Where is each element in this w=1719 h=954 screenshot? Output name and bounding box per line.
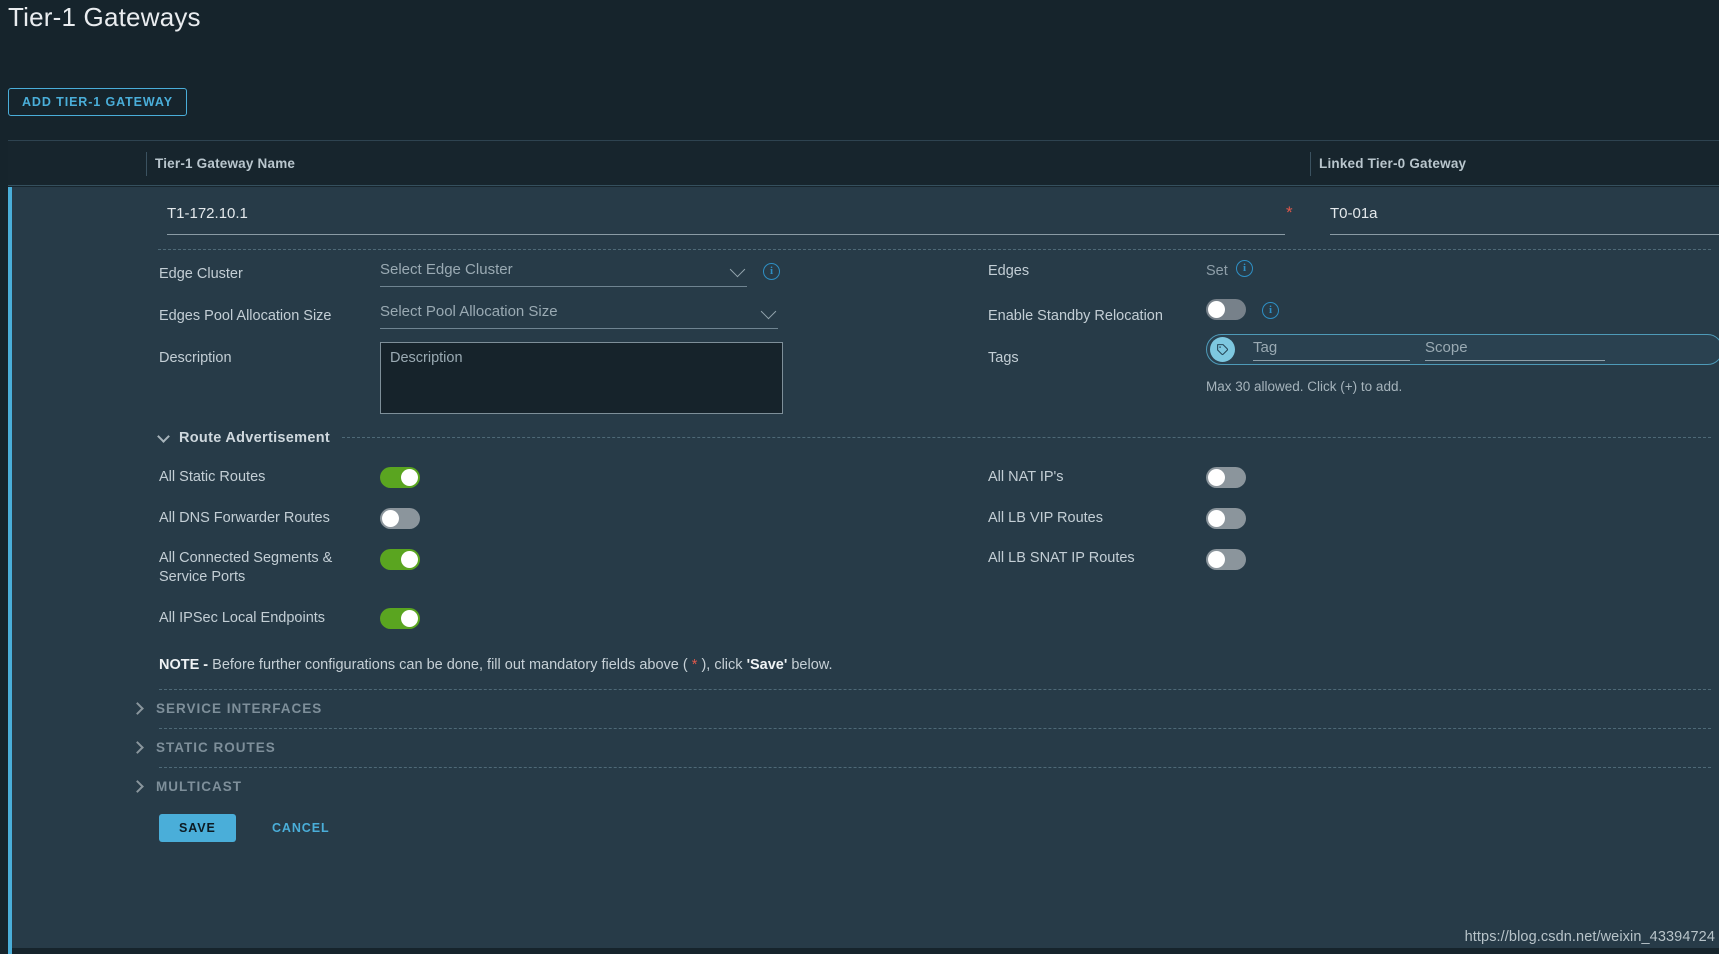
tag-icon	[1210, 337, 1235, 362]
edges-set-link[interactable]: Set	[1206, 262, 1228, 281]
pool-allocation-value: Select Pool Allocation Size	[380, 303, 558, 320]
label-all-lb-snat-ip-routes: All LB SNAT IP Routes	[988, 550, 1135, 566]
label-edges: Edges	[988, 263, 1030, 279]
note-body-2: ), click	[697, 657, 747, 673]
pool-allocation-select[interactable]: Select Pool Allocation Size	[380, 303, 778, 329]
toggle-all-static-routes[interactable]	[380, 467, 420, 488]
row-primary-fields: T1-172.10.1 * T0-01a	[12, 187, 1719, 243]
note-prefix: NOTE -	[159, 657, 209, 673]
divider-above-service-interfaces	[159, 689, 1711, 690]
add-tier1-gateway-button[interactable]: ADD TIER-1 GATEWAY	[8, 88, 187, 116]
label-enable-standby-relocation: Enable Standby Relocation	[988, 308, 1163, 324]
section-title-service-interfaces: SERVICE INTERFACES	[156, 701, 323, 716]
edge-cluster-value: Select Edge Cluster	[380, 261, 513, 278]
label-all-nat-ips: All NAT IP's	[988, 469, 1064, 485]
edges-info-icon[interactable]: i	[1236, 260, 1253, 277]
required-asterisk: *	[1286, 203, 1293, 222]
chevron-right-icon	[131, 741, 144, 754]
section-header-service-interfaces[interactable]: SERVICE INTERFACES	[131, 701, 323, 716]
label-edges-pool-allocation: Edges Pool Allocation Size	[159, 308, 332, 324]
note-body-3: below.	[787, 657, 833, 673]
toggle-all-lb-vip-routes[interactable]	[1206, 508, 1246, 529]
toggle-enable-standby-relocation[interactable]	[1206, 299, 1246, 320]
divider-above-static-routes	[159, 728, 1711, 729]
note-save-word: 'Save'	[746, 657, 788, 673]
section-title-static-routes: STATIC ROUTES	[156, 740, 276, 755]
toggle-all-nat-ips[interactable]	[1206, 467, 1246, 488]
nsx-tier1-gateways-page: Tier-1 Gateways ADD TIER-1 GATEWAY Tier-…	[0, 0, 1719, 954]
section-header-route-advertisement[interactable]: Route Advertisement	[157, 429, 330, 446]
column-divider-1	[146, 152, 147, 176]
label-all-static-routes: All Static Routes	[159, 469, 266, 485]
table-header-row: Tier-1 Gateway Name Linked Tier-0 Gatewa…	[8, 141, 1719, 186]
column-header-linked-t0[interactable]: Linked Tier-0 Gateway	[1319, 141, 1466, 186]
gateway-name-input[interactable]: T1-172.10.1	[167, 205, 248, 222]
label-edge-cluster: Edge Cluster	[159, 266, 243, 282]
chevron-right-icon	[131, 702, 144, 715]
chevron-right-icon	[131, 780, 144, 793]
watermark-url: https://blog.csdn.net/weixin_43394724	[1464, 929, 1715, 945]
label-all-lb-vip-routes: All LB VIP Routes	[988, 510, 1103, 526]
linked-t0-underline	[1330, 234, 1719, 235]
tags-editor: Tag Scope	[1206, 334, 1719, 365]
divider-primary	[158, 249, 1711, 250]
section-title-route-advertisement: Route Advertisement	[179, 430, 330, 446]
section-title-multicast: MULTICAST	[156, 779, 242, 794]
divider-above-multicast	[159, 767, 1711, 768]
save-button[interactable]: SAVE	[159, 814, 236, 842]
tag-name-input[interactable]: Tag	[1253, 339, 1410, 361]
label-description: Description	[159, 350, 232, 366]
note-body-1: Before further configurations can be don…	[208, 657, 692, 673]
chevron-down-icon	[157, 429, 170, 443]
standby-relocation-info-icon[interactable]: i	[1262, 302, 1279, 319]
label-all-dns-forwarder-routes: All DNS Forwarder Routes	[159, 510, 330, 526]
bottom-strip	[12, 948, 1719, 954]
column-divider-2	[1310, 152, 1311, 176]
tag-scope-input[interactable]: Scope	[1425, 339, 1605, 361]
tags-helper-text: Max 30 allowed. Click (+) to add.	[1206, 379, 1403, 394]
gateway-name-underline	[167, 234, 1285, 235]
toggle-all-lb-snat-ip-routes[interactable]	[1206, 549, 1246, 570]
mandatory-fields-note: NOTE - Before further configurations can…	[159, 657, 832, 673]
label-all-ipsec-local-endpoints: All IPSec Local Endpoints	[159, 610, 326, 626]
section-header-static-routes[interactable]: STATIC ROUTES	[131, 740, 276, 755]
section-header-multicast[interactable]: MULTICAST	[131, 779, 242, 794]
tier1-gateway-table: Tier-1 Gateway Name Linked Tier-0 Gatewa…	[8, 140, 1719, 954]
description-textarea[interactable]: Description	[380, 342, 783, 414]
cancel-button[interactable]: CANCEL	[272, 814, 329, 842]
label-tags: Tags	[988, 350, 1019, 366]
toggle-all-ipsec-local-endpoints[interactable]	[380, 608, 420, 629]
label-all-connected-segments: All Connected Segments & Service Ports	[159, 550, 333, 585]
linked-t0-gateway-input[interactable]: T0-01a	[1330, 205, 1378, 222]
page-title: Tier-1 Gateways	[8, 2, 201, 32]
column-header-gateway-name[interactable]: Tier-1 Gateway Name	[155, 141, 295, 186]
toggle-all-dns-forwarder-routes[interactable]	[380, 508, 420, 529]
edge-cluster-select[interactable]: Select Edge Cluster	[380, 261, 747, 287]
toggle-all-connected-segments[interactable]	[380, 549, 420, 570]
chevron-down-icon	[760, 303, 777, 320]
divider-route-advertisement	[342, 437, 1711, 438]
expanded-gateway-row: T1-172.10.1 * T0-01a Edge Cluster Select…	[8, 187, 1719, 954]
edge-cluster-info-icon[interactable]: i	[763, 263, 780, 280]
chevron-down-icon	[729, 261, 746, 278]
